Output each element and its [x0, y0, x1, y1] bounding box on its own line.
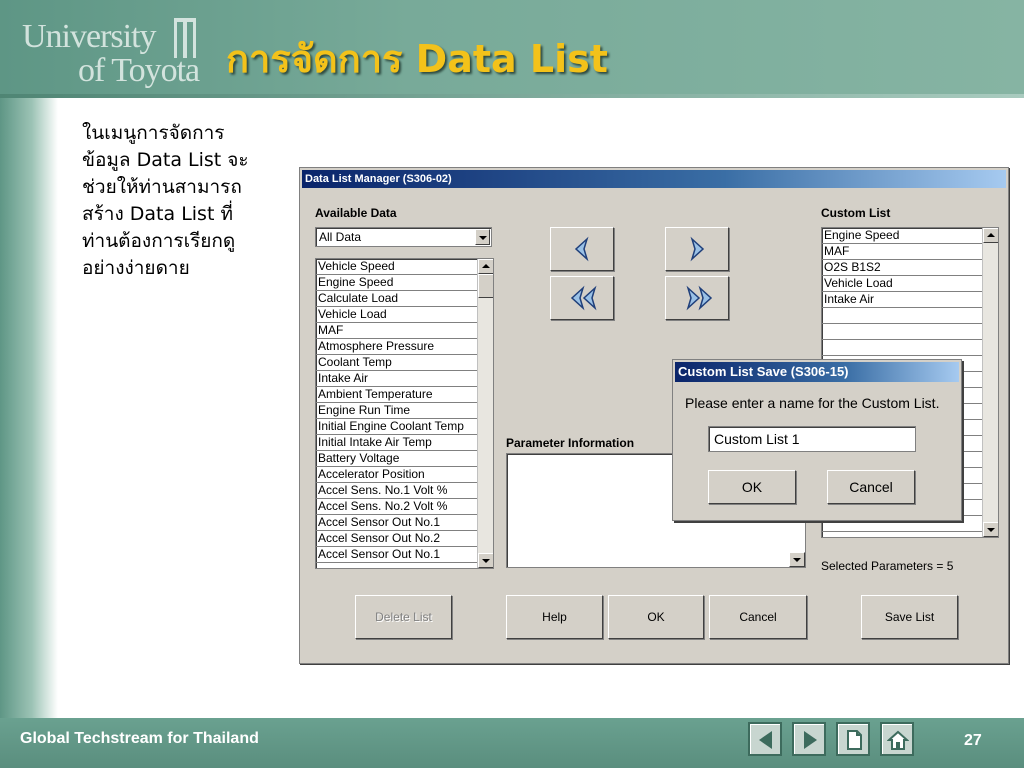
scroll-thumb[interactable] [478, 274, 493, 298]
help-button[interactable]: Help [506, 595, 603, 639]
slide-body-text: ในเมนูการจัดการ ข้อมูล Data List จะ ช่วย… [82, 120, 282, 282]
footer-text: Global Techstream for Thailand [20, 730, 259, 747]
home-icon [887, 730, 909, 750]
arrow-left-icon [574, 236, 589, 262]
popup-message: Please enter a name for the Custom List. [685, 395, 940, 411]
available-data-item[interactable]: Initial Engine Coolant Temp [316, 419, 477, 435]
custom-list-empty-row[interactable] [822, 340, 982, 356]
university-of-toyota-logo: University of Toyota [22, 14, 202, 89]
available-data-item[interactable]: Initial Intake Air Temp [316, 435, 477, 451]
custom-list-empty-row[interactable] [822, 308, 982, 324]
available-data-item[interactable]: Accel Sensor Out No.1 [316, 547, 477, 563]
left-decorative-band [0, 98, 58, 718]
custom-list-label: Custom List [821, 206, 891, 220]
document-button[interactable] [836, 722, 870, 756]
scroll-down-icon[interactable] [789, 552, 805, 567]
arrow-right-icon [690, 236, 705, 262]
available-data-item[interactable]: Intake Air [316, 371, 477, 387]
available-data-item[interactable]: Engine Speed [316, 275, 477, 291]
document-icon [847, 730, 862, 750]
available-data-item[interactable]: Vehicle Speed [316, 259, 477, 275]
available-data-item[interactable]: Atmosphere Pressure [316, 339, 477, 355]
available-data-item[interactable]: Battery Voltage [316, 451, 477, 467]
next-slide-icon [804, 731, 817, 749]
ok-button[interactable]: OK [608, 595, 704, 639]
page-number: 27 [964, 732, 982, 749]
available-data-item[interactable]: Accel Sens. No.2 Volt % [316, 499, 477, 515]
available-data-item[interactable]: Engine Run Time [316, 403, 477, 419]
dialog-title-bar: Data List Manager (S306-02) [302, 170, 1006, 188]
scroll-down-icon[interactable] [478, 553, 493, 568]
slide-header: University of Toyota การจัดการ Data List [0, 0, 1024, 98]
available-data-item[interactable]: Accel Sensor Out No.1 [316, 515, 477, 531]
data-filter-value: All Data [319, 230, 362, 244]
chevron-down-icon[interactable] [475, 229, 490, 245]
next-slide-button[interactable] [792, 722, 826, 756]
available-data-item[interactable]: Vehicle Load [316, 307, 477, 323]
move-right-button[interactable] [665, 227, 729, 271]
available-data-item[interactable]: Coolant Temp [316, 355, 477, 371]
available-data-item[interactable]: Accel Sensor Out No.2 [316, 531, 477, 547]
save-list-button[interactable]: Save List [861, 595, 958, 639]
logo-line-2: of Toyota [78, 52, 200, 89]
selected-parameters-count: Selected Parameters = 5 [821, 559, 954, 573]
available-list-scrollbar[interactable] [477, 259, 493, 568]
popup-cancel-button[interactable]: Cancel [827, 470, 915, 504]
body-line: ท่านต้องการเรียกดู [82, 230, 236, 252]
home-button[interactable] [880, 722, 914, 756]
body-line: สร้าง Data List ที่ [82, 203, 233, 225]
double-arrow-left-icon [570, 285, 597, 311]
popup-title-bar: Custom List Save (S306-15) [675, 362, 959, 382]
custom-list-item[interactable]: Engine Speed [822, 228, 982, 244]
previous-slide-icon [759, 731, 772, 749]
move-all-right-button[interactable] [665, 276, 729, 320]
logo-line-1: University [22, 18, 157, 55]
custom-list-name-input[interactable] [708, 426, 916, 452]
custom-list-scrollbar[interactable] [982, 228, 998, 537]
available-data-list[interactable]: Vehicle Speed Engine Speed Calculate Load V… [315, 258, 494, 569]
cancel-button[interactable]: Cancel [709, 595, 807, 639]
available-data-item[interactable]: MAF [316, 323, 477, 339]
body-line: ในเมนูการจัดการ [82, 122, 225, 144]
data-filter-select[interactable]: All Data [315, 227, 492, 247]
available-data-label: Available Data [315, 206, 397, 220]
available-data-item[interactable]: Accel Sens. No.1 Volt % [316, 483, 477, 499]
custom-list-item[interactable]: O2S B1S2 [822, 260, 982, 276]
scroll-up-icon[interactable] [478, 259, 493, 274]
body-line: ข้อมูล Data List จะ [82, 149, 249, 171]
custom-list-item[interactable]: MAF [822, 244, 982, 260]
previous-slide-button[interactable] [748, 722, 782, 756]
available-data-item[interactable]: Calculate Load [316, 291, 477, 307]
popup-ok-button[interactable]: OK [708, 470, 796, 504]
scroll-up-icon[interactable] [983, 228, 998, 243]
delete-list-button[interactable]: Delete List [355, 595, 452, 639]
slide-footer: Global Techstream for Thailand 27 [0, 718, 1024, 768]
available-data-item[interactable]: Accelerator Position [316, 467, 477, 483]
custom-list-item[interactable]: Vehicle Load [822, 276, 982, 292]
available-data-item[interactable]: Ambient Temperature [316, 387, 477, 403]
move-all-left-button[interactable] [550, 276, 614, 320]
custom-list-empty-row[interactable] [822, 324, 982, 340]
custom-list-save-dialog: Custom List Save (S306-15) Please enter … [672, 359, 962, 521]
custom-list-item[interactable]: Intake Air [822, 292, 982, 308]
parameter-information-label: Parameter Information [506, 436, 635, 450]
double-arrow-right-icon [686, 285, 713, 311]
body-line: ช่วยให้ท่านสามารถ [82, 176, 242, 198]
slide-title: การจัดการ Data List [226, 37, 608, 81]
scroll-down-icon[interactable] [983, 522, 998, 537]
move-left-button[interactable] [550, 227, 614, 271]
body-line: อย่างง่ายดาย [82, 257, 190, 279]
